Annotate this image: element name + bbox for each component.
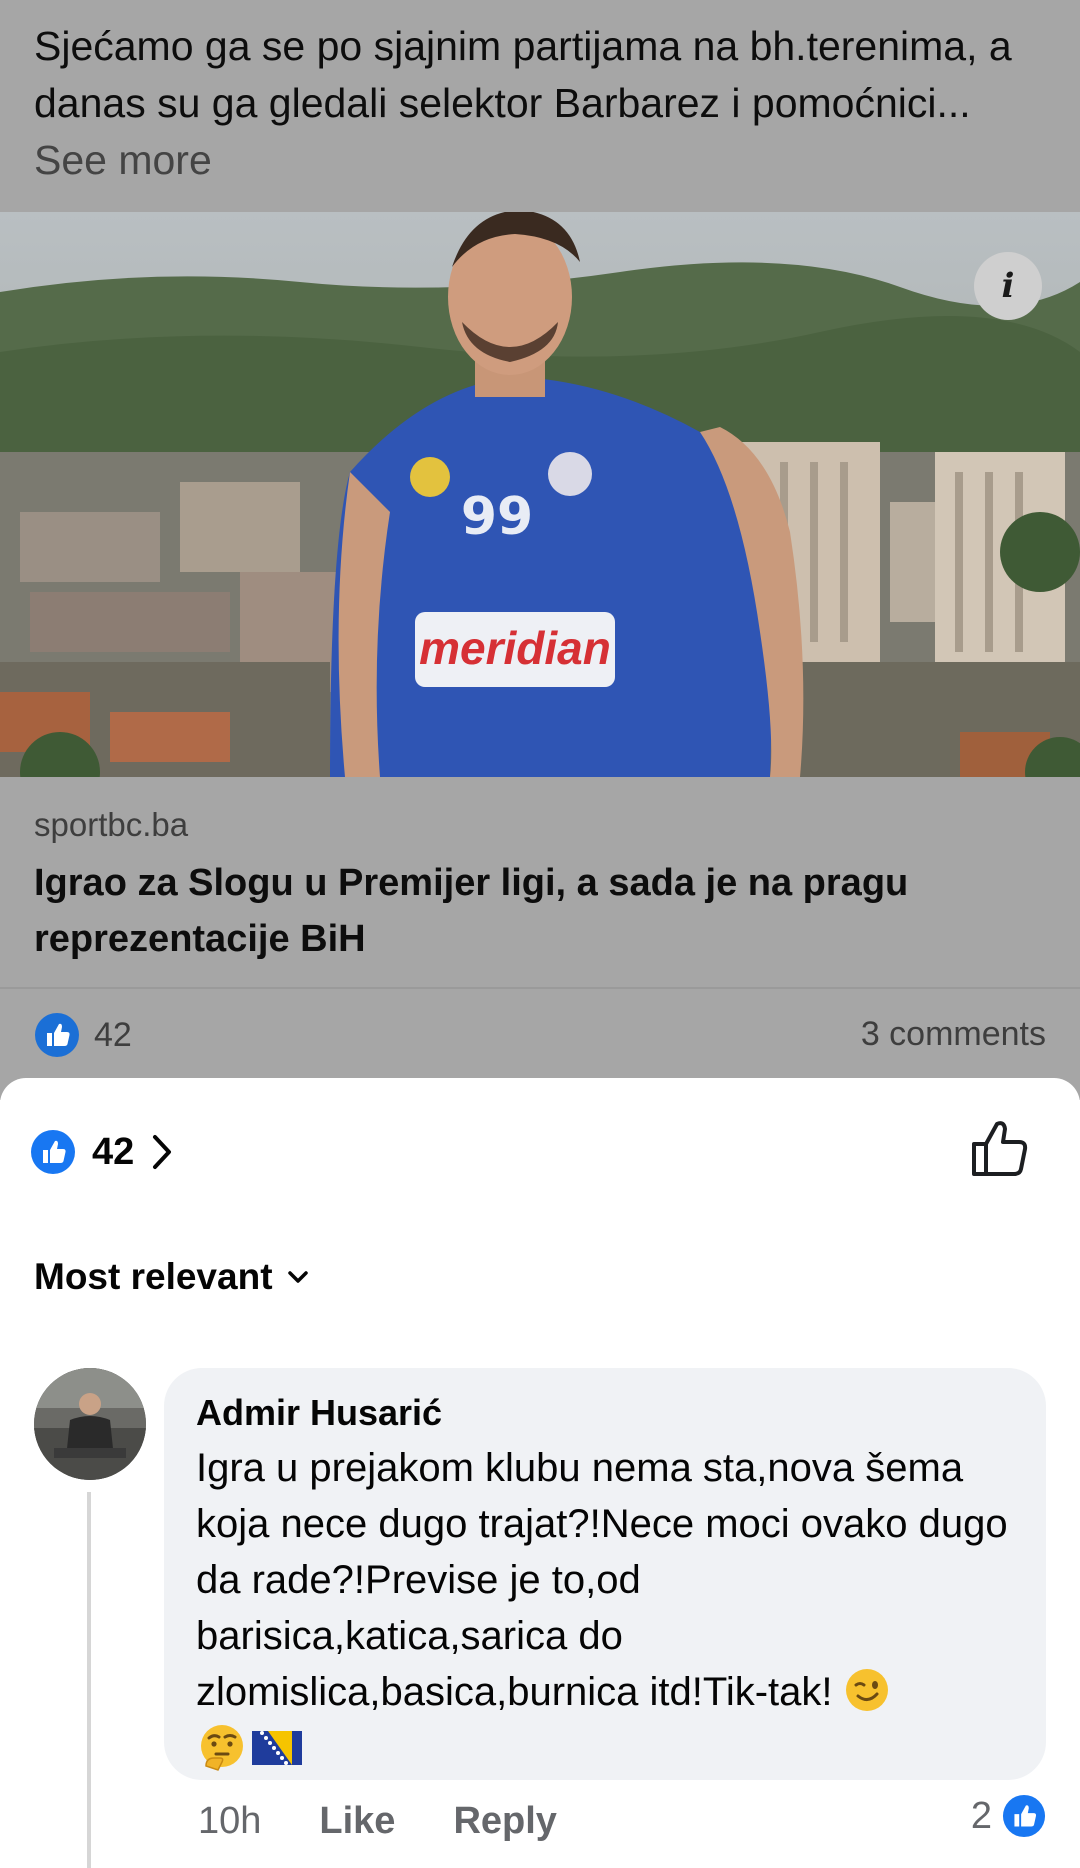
thumbs-up-outline-icon[interactable] <box>966 1114 1036 1184</box>
comment-time: 10h <box>198 1800 262 1842</box>
comments-sheet: 42 Most relevant Admir Husarić Igra u pr… <box>0 1078 1080 1868</box>
comment-likes-count: 2 <box>970 1794 992 1837</box>
post-background: Sjećamo ga se po sjajnim partijama na bh… <box>0 0 1080 1100</box>
like-reaction-icon <box>1002 1794 1046 1838</box>
sheet-reactions[interactable]: 42 <box>30 1122 174 1182</box>
post-text: Sjećamo ga se po sjajnim partijama na bh… <box>34 18 1044 189</box>
chevron-down-icon <box>287 1271 308 1283</box>
post-reactions-count: 42 <box>94 1015 132 1054</box>
like-reaction-icon <box>31 1130 75 1174</box>
avatar[interactable] <box>34 1368 146 1480</box>
wink-emoji-icon <box>845 1669 888 1711</box>
photo-illustration: meridian 99 <box>0 212 1080 777</box>
emoji-row <box>196 1720 1014 1776</box>
comment-reactions[interactable]: 2 <box>971 1794 1046 1838</box>
sort-label: Most relevant <box>34 1256 273 1297</box>
sort-dropdown[interactable]: Most relevant <box>34 1256 309 1298</box>
thinking-emoji-icon <box>201 1725 243 1771</box>
comment-bubble[interactable]: Admir Husarić Igra u prejakom klubu nema… <box>164 1368 1046 1780</box>
divider <box>0 987 1080 989</box>
comment-like-button[interactable]: Like <box>319 1800 395 1843</box>
link-source[interactable]: sportbc.ba <box>34 806 188 844</box>
see-more-link[interactable]: See more <box>34 137 212 183</box>
link-title[interactable]: Igrao za Slogu u Premijer ligi, a sada j… <box>34 855 1034 967</box>
post-photo[interactable]: meridian 99 i <box>0 212 1080 777</box>
comment-author[interactable]: Admir Husarić <box>196 1390 1014 1436</box>
post-caption: Sjećamo ga se po sjajnim partijama na bh… <box>34 23 1012 126</box>
jersey-sponsor: meridian <box>419 622 611 674</box>
thread-line <box>87 1492 91 1868</box>
post-reactions[interactable]: 42 <box>34 1010 132 1060</box>
info-icon[interactable]: i <box>974 252 1042 320</box>
sheet-reactions-count: 42 <box>92 1130 135 1173</box>
chevron-right-icon <box>153 1135 172 1169</box>
comment-text: Igra u prejakom klubu nema sta,nova šema… <box>196 1440 1014 1776</box>
comment-meta: 10h Like Reply <box>198 1800 557 1843</box>
comment-reply-button[interactable]: Reply <box>453 1800 556 1843</box>
bosnia-flag-icon <box>252 1731 302 1765</box>
like-reaction-icon <box>35 1013 79 1057</box>
comments-count[interactable]: 3 comments <box>861 1015 1046 1054</box>
jersey-number: 99 <box>461 487 533 547</box>
avatar-photo <box>34 1368 146 1480</box>
